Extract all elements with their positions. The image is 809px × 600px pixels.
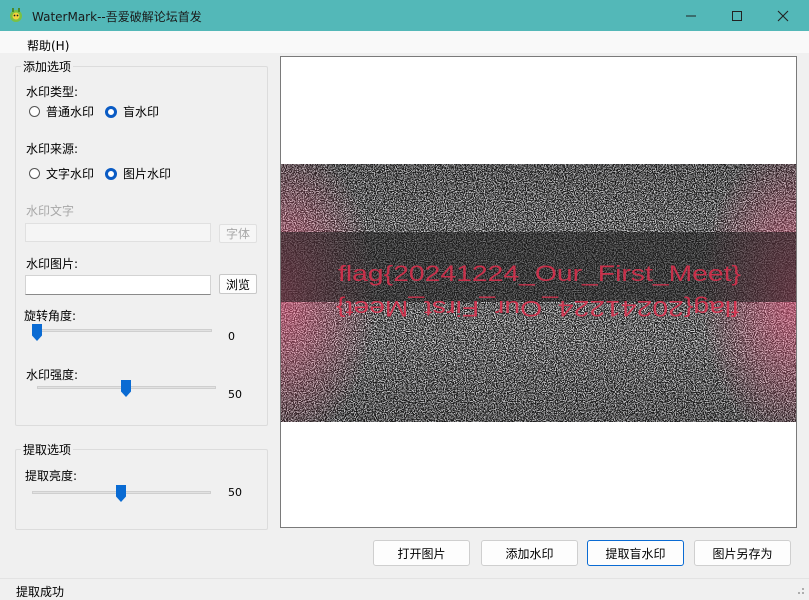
image-preview: flag{20241224_Our_First_Meet} flag{20241… xyxy=(280,56,797,528)
rotation-slider-track[interactable] xyxy=(33,329,212,332)
add-watermark-button[interactable]: 添加水印 xyxy=(481,540,578,566)
extracted-watermark-image: flag{20241224_Our_First_Meet} flag{20241… xyxy=(281,164,796,422)
menu-help[interactable]: 帮助(H) xyxy=(27,37,69,54)
strength-label: 水印强度: xyxy=(26,368,79,382)
noise-band xyxy=(281,164,796,422)
minimize-icon xyxy=(686,15,696,16)
radio-text-watermark[interactable]: 文字水印 xyxy=(29,165,94,182)
watermark-text-label: 水印文字 xyxy=(26,204,75,218)
maximize-icon xyxy=(732,10,742,21)
radio-dot-selected xyxy=(105,167,117,180)
strength-value: 50 xyxy=(228,388,242,401)
resize-grip-icon[interactable] xyxy=(795,585,805,595)
radio-dot xyxy=(29,106,40,117)
radio-dot-selected xyxy=(105,105,117,118)
watermark-text-line-1: flag{20241224_Our_First_Meet} xyxy=(338,261,741,286)
status-text: 提取成功 xyxy=(16,585,65,599)
open-image-button[interactable]: 打开图片 xyxy=(373,540,470,566)
radio-normal-watermark[interactable]: 普通水印 xyxy=(29,103,94,120)
status-bar: 提取成功 xyxy=(0,578,809,600)
close-icon xyxy=(777,10,789,21)
brightness-label: 提取亮度: xyxy=(25,469,78,483)
add-options-title: 添加选项 xyxy=(21,58,74,75)
brightness-value: 50 xyxy=(228,486,242,499)
maximize-button[interactable] xyxy=(714,0,760,31)
rotation-value: 0 xyxy=(228,330,235,343)
radio-label: 盲水印 xyxy=(123,105,160,119)
rotation-label: 旋转角度: xyxy=(24,309,77,323)
app-icon xyxy=(10,8,22,22)
watermark-text-line-2: flag{20241224_Our_First_Meet} xyxy=(336,296,739,321)
save-image-as-button[interactable]: 图片另存为 xyxy=(694,540,791,566)
minimize-button[interactable] xyxy=(668,0,714,31)
radio-label: 普通水印 xyxy=(46,105,95,119)
watermark-type-label: 水印类型: xyxy=(26,85,79,99)
window-title: WaterMark--吾爱破解论坛首发 xyxy=(32,10,202,24)
extract-options-title: 提取选项 xyxy=(21,441,74,458)
radio-label: 文字水印 xyxy=(46,167,95,181)
radio-dot xyxy=(29,168,40,179)
watermark-image-input[interactable] xyxy=(25,275,211,295)
radio-blind-watermark[interactable]: 盲水印 xyxy=(105,103,159,120)
close-button[interactable] xyxy=(760,0,806,31)
radio-label: 图片水印 xyxy=(123,167,172,181)
browse-button[interactable]: 浏览 xyxy=(219,274,257,294)
watermark-text-input[interactable] xyxy=(25,223,211,242)
watermark-image-label: 水印图片: xyxy=(26,257,79,271)
menu-bar: 帮助(H) xyxy=(0,31,809,53)
watermark-source-label: 水印来源: xyxy=(26,142,79,156)
extract-blind-watermark-button[interactable]: 提取盲水印 xyxy=(587,540,684,566)
font-button[interactable]: 字体 xyxy=(219,224,257,243)
title-bar: WaterMark--吾爱破解论坛首发 xyxy=(0,0,809,31)
radio-image-watermark[interactable]: 图片水印 xyxy=(105,165,171,182)
